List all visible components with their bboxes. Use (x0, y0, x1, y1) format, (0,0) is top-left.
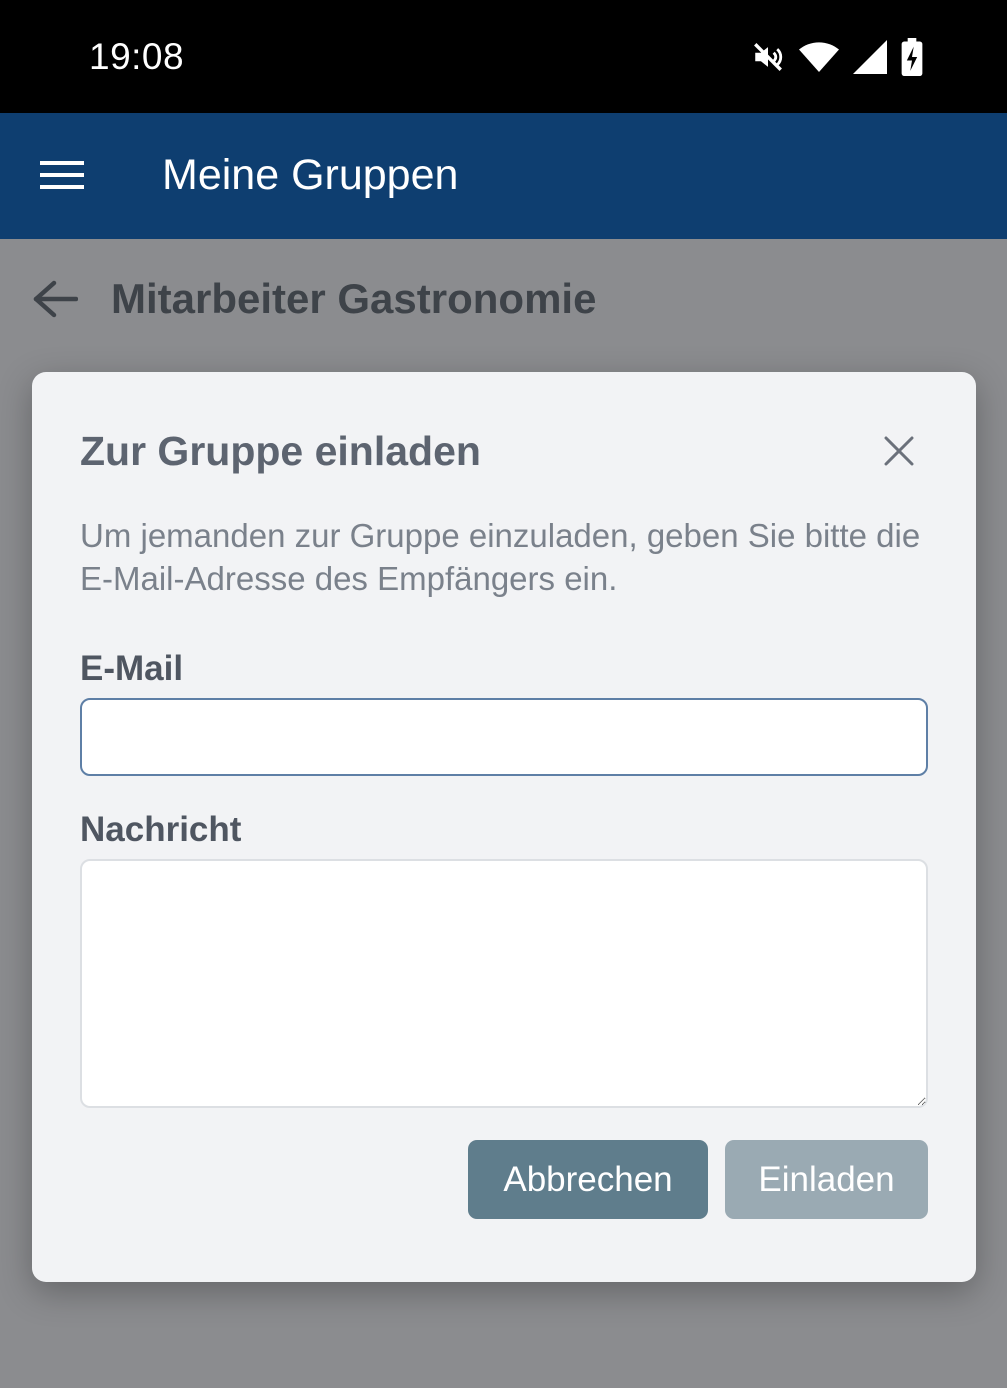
status-bar: 19:08 (0, 0, 1007, 113)
app-title: Meine Gruppen (162, 151, 459, 199)
message-label: Nachricht (80, 810, 242, 849)
cancel-button[interactable]: Abbrechen (468, 1140, 708, 1219)
status-time: 19:08 (89, 36, 185, 77)
wifi-icon (799, 42, 839, 72)
battery-charging-icon (901, 38, 923, 76)
email-label: E-Mail (80, 649, 184, 688)
app-bar: Meine Gruppen (0, 113, 1007, 239)
dialog-title: Zur Gruppe einladen (80, 428, 481, 474)
arrow-left-icon[interactable] (30, 279, 78, 319)
dialog-description: Um jemanden zur Gruppe einzuladen, geben… (80, 517, 921, 597)
invite-button[interactable]: Einladen (725, 1140, 928, 1219)
message-field[interactable] (80, 859, 928, 1108)
group-title: Mitarbeiter Gastronomie (111, 275, 597, 322)
close-icon[interactable] (882, 434, 916, 468)
status-icons (751, 38, 923, 76)
menu-icon[interactable] (40, 158, 86, 192)
signal-icon (853, 40, 887, 74)
invite-dialog: Zur Gruppe einladen Um jemanden zur Grup… (32, 372, 976, 1282)
mute-icon (754, 43, 783, 71)
email-field[interactable] (80, 698, 928, 776)
